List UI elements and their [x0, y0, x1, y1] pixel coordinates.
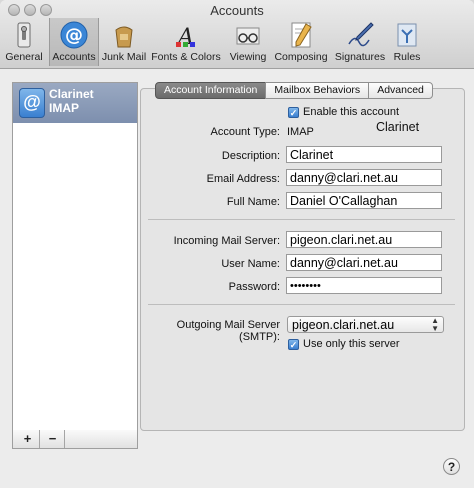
divider	[148, 304, 455, 305]
toolbar-label: General	[5, 51, 43, 63]
up-down-arrows-icon: ▲ ▼	[431, 316, 439, 333]
toolbar-rules[interactable]: Rules	[390, 18, 424, 66]
toolbar-label: Junk Mail	[101, 51, 147, 63]
outgoing-server-value: pigeon.clari.net.au	[292, 318, 395, 332]
window-title: Accounts	[210, 3, 264, 18]
help-button[interactable]: ?	[443, 458, 460, 475]
toolbar-label: Viewing	[229, 51, 267, 63]
add-account-button[interactable]: +	[16, 430, 40, 448]
toolbar-accounts[interactable]: @ Accounts	[49, 18, 99, 66]
accounts-list[interactable]: @ Clarinet IMAP	[12, 82, 138, 432]
at-sign-icon: @	[19, 88, 45, 118]
toolbar-label: Fonts & Colors	[151, 51, 221, 63]
use-only-this-server-label: Use only this server	[303, 338, 400, 350]
toolbar-signatures[interactable]: Signatures	[333, 18, 387, 66]
switch-icon	[9, 20, 39, 50]
account-name: Clarinet	[49, 87, 94, 101]
user-name-field[interactable]: danny@clari.net.au	[286, 254, 442, 271]
description-field[interactable]: Clarinet	[286, 146, 442, 163]
full-name-label: Full Name:	[226, 196, 280, 208]
pen-signature-icon	[345, 20, 375, 50]
preferences-window: Accounts General @ Accounts Junk Mail A	[0, 0, 474, 488]
password-field[interactable]: ••••••••	[286, 277, 442, 294]
toolbar-composing[interactable]: Composing	[272, 18, 330, 66]
toolbar-label: Signatures	[334, 51, 386, 63]
divider	[148, 219, 455, 220]
glasses-icon	[233, 20, 263, 50]
accounts-list-footer: + −	[12, 430, 138, 449]
user-name-label: User Name:	[221, 258, 280, 270]
tab-account-information[interactable]: Account Information	[155, 82, 267, 99]
enable-account-label: Enable this account	[303, 106, 400, 118]
incoming-server-label: Incoming Mail Server:	[173, 235, 280, 247]
toolbar-junk-mail[interactable]: Junk Mail	[101, 18, 147, 66]
remove-account-button[interactable]: −	[41, 430, 65, 448]
full-name-field[interactable]: Daniel O'Callaghan	[286, 192, 442, 209]
password-label: Password:	[228, 281, 280, 293]
outgoing-server-label: Outgoing Mail Server (SMTP):	[176, 319, 280, 343]
rules-icon	[392, 20, 422, 50]
at-sign-icon: @	[59, 20, 89, 50]
account-type-label: Account Type:	[210, 126, 280, 138]
account-type-value: IMAP	[287, 126, 314, 138]
toolbar-label: Composing	[274, 51, 328, 63]
outgoing-server-popup[interactable]: pigeon.clari.net.au ▲ ▼	[287, 316, 444, 333]
toolbar-fonts-colors[interactable]: A Fonts & Colors	[150, 18, 222, 66]
tab-bar: Account Information Mailbox Behaviors Ad…	[155, 82, 433, 99]
email-address-label: Email Address:	[206, 173, 280, 185]
pencil-paper-icon	[286, 20, 316, 50]
toolbar: Accounts General @ Accounts Junk Mail A	[0, 0, 474, 69]
toolbar-label: Rules	[393, 51, 421, 63]
account-type: IMAP	[49, 101, 79, 115]
account-name-display: Clarinet	[376, 120, 420, 134]
trash-bag-icon	[109, 20, 139, 50]
svg-text:@: @	[65, 25, 83, 46]
email-address-field[interactable]: danny@clari.net.au	[286, 169, 442, 186]
toolbar-general[interactable]: General	[4, 18, 44, 66]
enable-account-checkbox[interactable]: ✓	[288, 107, 299, 118]
tab-advanced[interactable]: Advanced	[368, 82, 433, 99]
use-only-this-server-checkbox[interactable]: ✓	[288, 339, 299, 350]
tab-mailbox-behaviors[interactable]: Mailbox Behaviors	[265, 82, 370, 99]
fonts-colors-icon: A	[171, 20, 201, 50]
toolbar-viewing[interactable]: Viewing	[227, 18, 269, 66]
toolbar-label: Accounts	[52, 51, 96, 63]
description-label: Description:	[221, 150, 280, 162]
account-row-clarinet[interactable]: @ Clarinet IMAP	[13, 83, 137, 123]
incoming-server-field[interactable]: pigeon.clari.net.au	[286, 231, 442, 248]
